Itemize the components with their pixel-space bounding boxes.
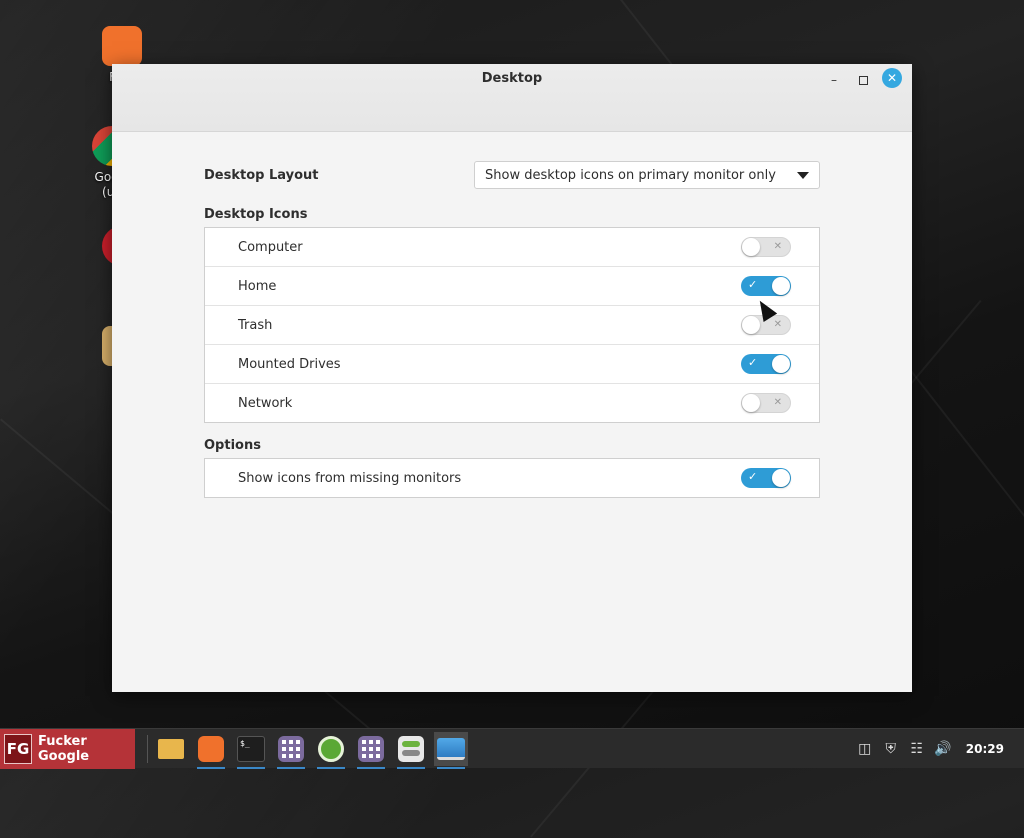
- home-toggle[interactable]: ✓: [741, 276, 791, 296]
- settings-content: Desktop Layout Show desktop icons on pri…: [204, 160, 820, 498]
- desktop-layout-row: Desktop Layout Show desktop icons on pri…: [204, 160, 820, 190]
- titlebar[interactable]: Desktop – ✕: [112, 64, 912, 132]
- firefox-icon: [198, 736, 224, 762]
- mounted-drives-toggle[interactable]: ✓: [741, 354, 791, 374]
- shield-icon[interactable]: ⛨: [880, 738, 902, 760]
- list-item-label: Computer: [238, 239, 303, 255]
- running-indicator: [357, 767, 385, 769]
- running-indicator: [317, 767, 345, 769]
- list-item-network: Network ✕: [205, 384, 819, 422]
- list-item-mounted-drives: Mounted Drives ✓: [205, 345, 819, 384]
- x-icon: ✕: [773, 319, 782, 330]
- desktop-layout-label: Desktop Layout: [204, 167, 319, 183]
- running-indicator: [197, 767, 225, 769]
- close-button[interactable]: ✕: [882, 68, 902, 88]
- taskbar-apps-2[interactable]: [354, 732, 388, 769]
- network-toggle[interactable]: ✕: [741, 393, 791, 413]
- toggle-knob: [772, 355, 790, 373]
- window-title: Desktop: [481, 71, 543, 86]
- toggle-knob: [772, 469, 790, 487]
- taskbar-terminal[interactable]: $_: [234, 732, 268, 769]
- running-indicator: [237, 767, 265, 769]
- menu-label: Fucker Google: [38, 734, 90, 764]
- options-title: Options: [204, 438, 261, 453]
- taskbar-firefox[interactable]: [194, 732, 228, 769]
- taskbar-settings[interactable]: [394, 732, 428, 769]
- desktop-layout-value: Show desktop icons on primary monitor on…: [485, 167, 776, 183]
- check-icon: ✓: [748, 356, 758, 369]
- menu-button[interactable]: FG Fucker Google: [0, 729, 135, 769]
- network-icon[interactable]: ☷: [906, 738, 928, 760]
- settings-icon: [398, 736, 424, 762]
- clock[interactable]: 20:29: [966, 742, 1004, 756]
- options-list: Show icons from missing monitors ✓: [204, 458, 820, 498]
- x-icon: ✕: [773, 241, 782, 252]
- minimize-button[interactable]: –: [824, 70, 844, 90]
- apps-grid-icon: [358, 736, 384, 762]
- taskbar-desktop-window[interactable]: [434, 732, 468, 769]
- list-item-label: Network: [238, 395, 293, 411]
- missing-monitors-toggle[interactable]: ✓: [741, 468, 791, 488]
- menu-logo-icon: FG: [4, 734, 33, 764]
- list-item-missing-monitors: Show icons from missing monitors ✓: [205, 459, 819, 497]
- computer-toggle[interactable]: ✕: [741, 237, 791, 257]
- taskbar-separator: [147, 735, 148, 763]
- volume-icon[interactable]: 🔊: [932, 738, 954, 760]
- running-indicator: [277, 767, 305, 769]
- desktop-icons-list: Computer ✕ Home ✓ Trash ✕ Mounted Drives…: [204, 227, 820, 423]
- close-icon: ✕: [886, 71, 898, 85]
- minimize-icon: –: [831, 73, 837, 87]
- notifications-icon[interactable]: ◫: [854, 738, 876, 760]
- files-icon: [158, 739, 184, 759]
- running-indicator: [397, 767, 425, 769]
- list-item-label: Mounted Drives: [238, 356, 341, 372]
- firefox-icon: [102, 26, 142, 66]
- toggle-knob: [742, 394, 760, 412]
- toggle-knob: [742, 316, 760, 334]
- maximize-button[interactable]: [853, 70, 873, 90]
- toggle-knob: [772, 277, 790, 295]
- apps-grid-icon: [278, 736, 304, 762]
- dropdown-arrow-icon: [797, 171, 809, 179]
- desktop-window-icon: [437, 738, 465, 760]
- maximize-icon: [858, 75, 868, 85]
- globe-icon: [318, 736, 344, 762]
- toggle-knob: [742, 238, 760, 256]
- taskbar-apps-1[interactable]: [274, 732, 308, 769]
- taskbar-browser[interactable]: [314, 732, 348, 769]
- desktop-layout-dropdown[interactable]: Show desktop icons on primary monitor on…: [474, 161, 820, 189]
- taskbar-files[interactable]: [154, 732, 188, 766]
- list-item-trash: Trash ✕: [205, 306, 819, 345]
- terminal-icon: $_: [237, 736, 265, 762]
- system-tray: ◫ ⛨ ☷ 🔊 20:29: [854, 729, 1024, 769]
- check-icon: ✓: [748, 470, 758, 483]
- check-icon: ✓: [748, 278, 758, 291]
- x-icon: ✕: [773, 397, 782, 408]
- list-item-label: Trash: [238, 317, 273, 333]
- list-item-label: Home: [238, 278, 277, 294]
- list-item-computer: Computer ✕: [205, 228, 819, 267]
- list-item-home: Home ✓: [205, 267, 819, 306]
- list-item-label: Show icons from missing monitors: [238, 470, 462, 486]
- taskbar: FG Fucker Google $_ ◫ ⛨ ☷ 🔊 20:29: [0, 728, 1024, 769]
- desktop-settings-window: Desktop – ✕ Desktop Layout Show desktop …: [112, 64, 912, 692]
- running-indicator: [437, 767, 465, 769]
- desktop-icons-title: Desktop Icons: [204, 207, 308, 222]
